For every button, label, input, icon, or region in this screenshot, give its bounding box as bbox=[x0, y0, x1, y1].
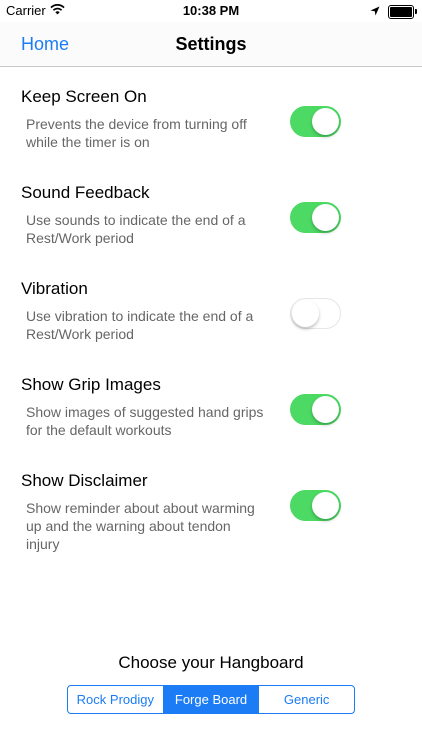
show-disclaimer-toggle[interactable] bbox=[290, 490, 341, 521]
setting-description: Use vibration to indicate the end of a R… bbox=[26, 308, 254, 342]
status-right bbox=[370, 4, 417, 19]
status-time: 10:38 PM bbox=[182, 3, 240, 18]
setting-title: Sound Feedback bbox=[21, 183, 150, 202]
vibration-toggle[interactable] bbox=[290, 298, 341, 329]
location-arrow-icon bbox=[370, 4, 380, 19]
setting-title: Keep Screen On bbox=[21, 87, 147, 106]
show-grip-images-toggle[interactable] bbox=[290, 394, 341, 425]
battery-icon bbox=[388, 4, 417, 19]
hangboard-section-title: Choose your Hangboard bbox=[118, 653, 304, 672]
setting-description: Prevents the device from turning off whi… bbox=[26, 116, 247, 150]
setting-sound-feedback: Sound Feedback Use sounds to indicate th… bbox=[0, 163, 422, 259]
hangboard-segmented-control: Rock Prodigy Forge Board Generic bbox=[67, 685, 355, 714]
setting-title: Vibration bbox=[21, 279, 88, 298]
segment-forge-board[interactable]: Forge Board bbox=[163, 686, 260, 713]
setting-vibration: Vibration Use vibration to indicate the … bbox=[0, 259, 422, 355]
setting-keep-screen-on: Keep Screen On Prevents the device from … bbox=[0, 67, 422, 163]
setting-title: Show Grip Images bbox=[21, 375, 161, 394]
keep-screen-on-toggle[interactable] bbox=[290, 106, 341, 137]
setting-description: Show reminder about about warming up and… bbox=[26, 500, 255, 552]
navigation-bar: Home Settings bbox=[0, 22, 422, 67]
sound-feedback-toggle[interactable] bbox=[290, 202, 341, 233]
setting-show-grip-images: Show Grip Images Show images of suggeste… bbox=[0, 355, 422, 451]
status-bar: Carrier 10:38 PM bbox=[0, 0, 422, 22]
settings-list: Keep Screen On Prevents the device from … bbox=[0, 67, 422, 552]
setting-description: Use sounds to indicate the end of a Rest… bbox=[26, 212, 246, 246]
segment-generic[interactable]: Generic bbox=[259, 686, 354, 713]
segment-rock-prodigy[interactable]: Rock Prodigy bbox=[68, 686, 164, 713]
setting-title: Show Disclaimer bbox=[21, 471, 148, 490]
page-title: Settings bbox=[175, 34, 247, 54]
setting-description: Show images of suggested hand grips for … bbox=[26, 404, 264, 438]
setting-show-disclaimer: Show Disclaimer Show reminder about abou… bbox=[0, 451, 422, 552]
